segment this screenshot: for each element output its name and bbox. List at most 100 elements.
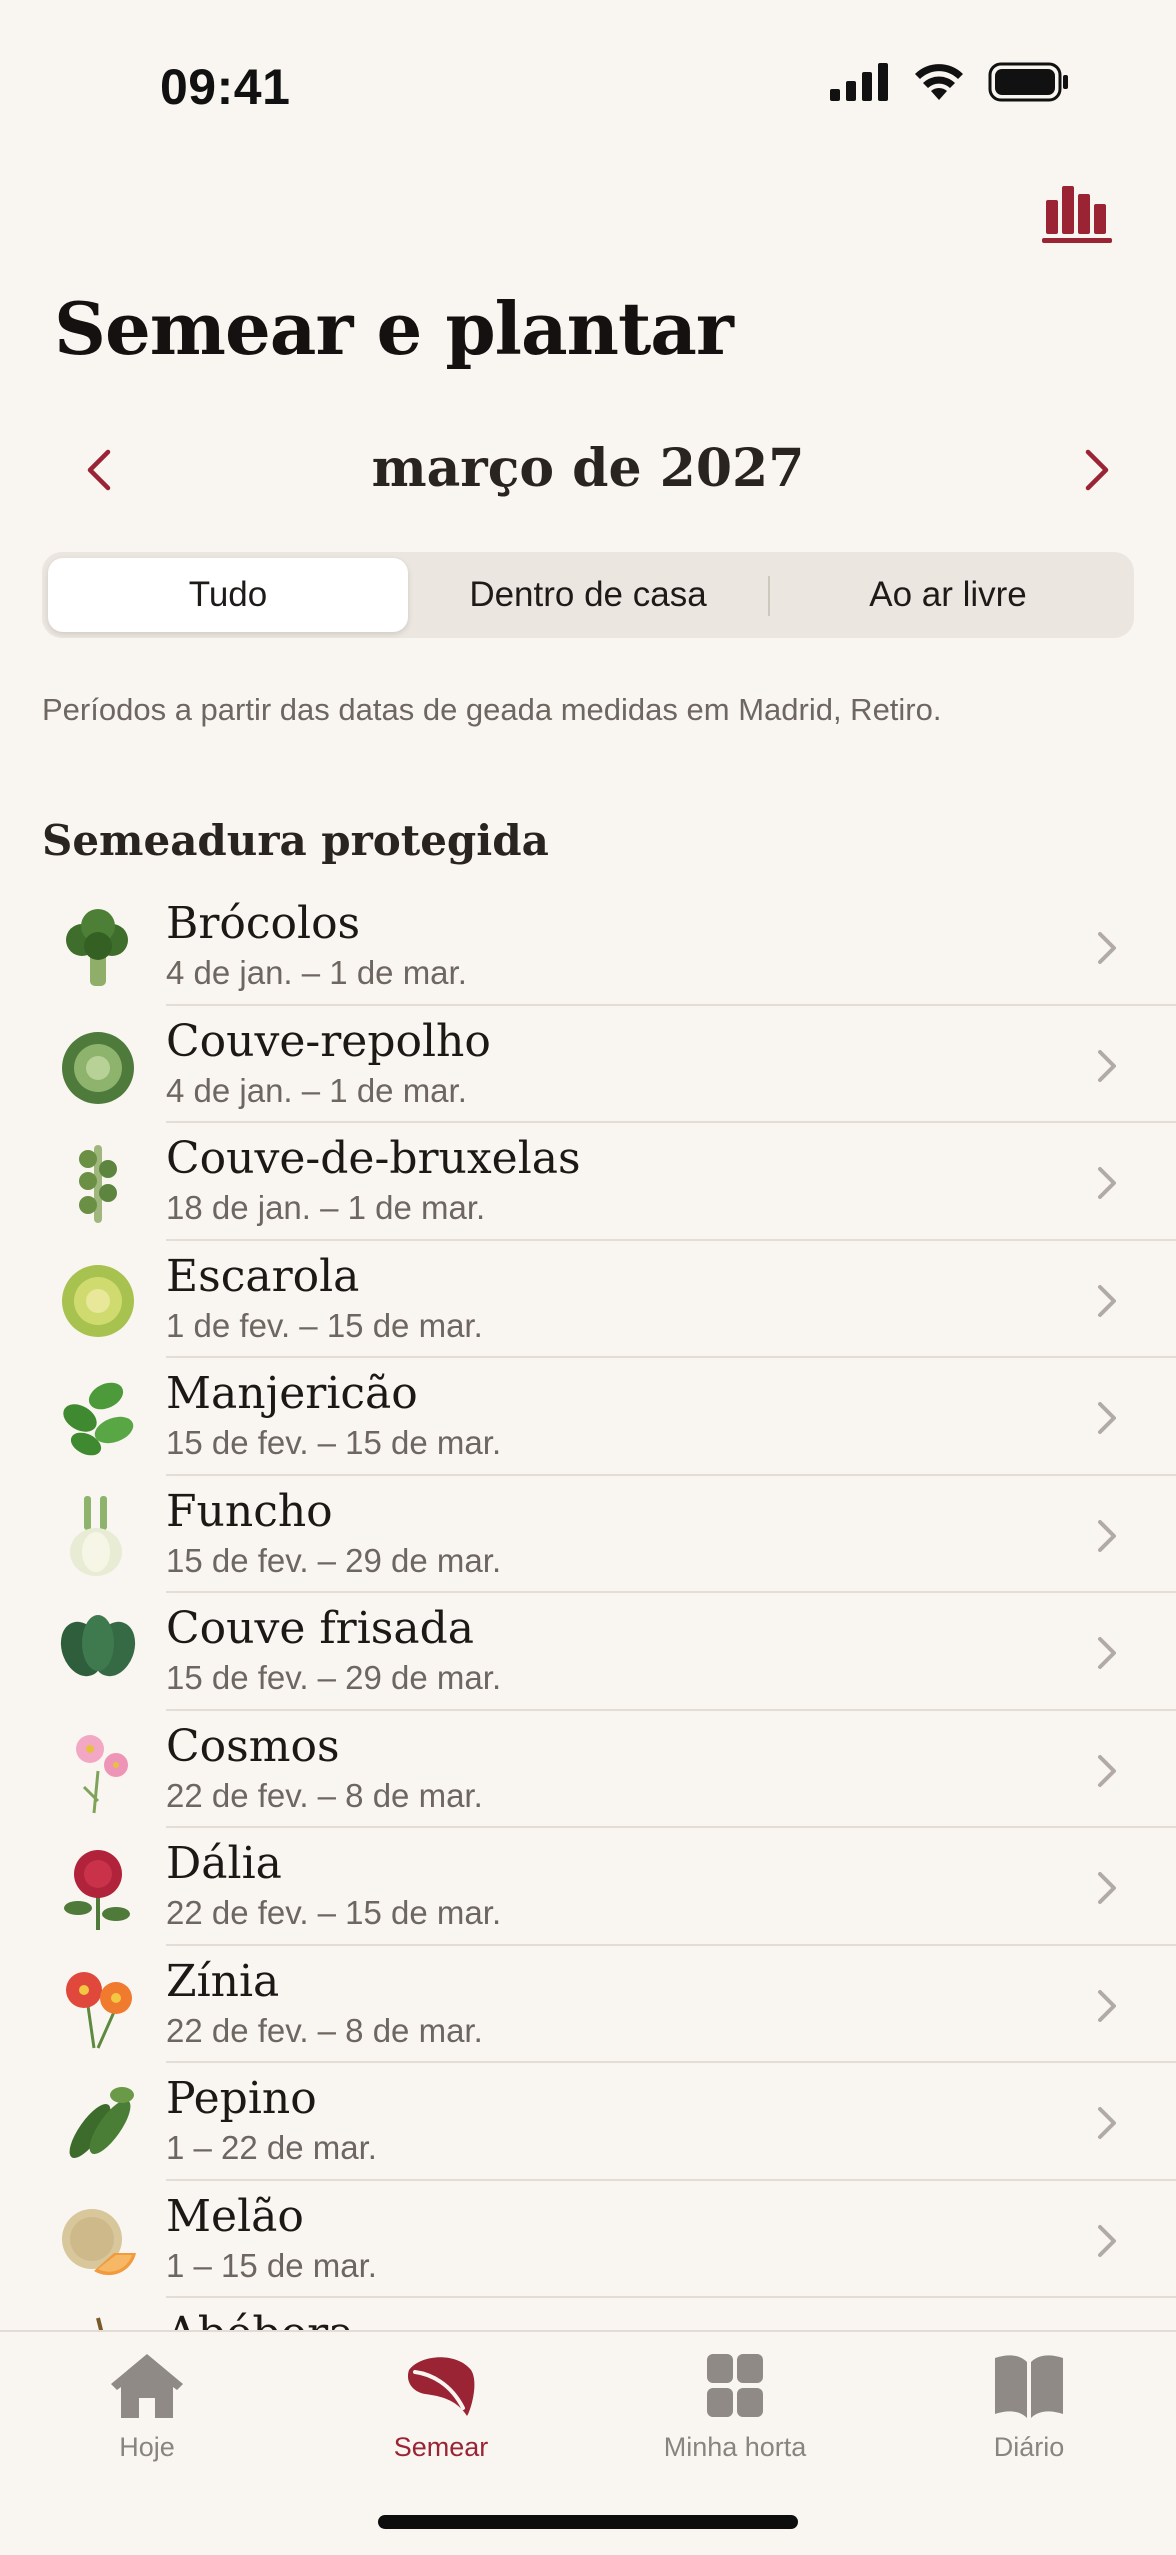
brussels-sprouts-icon [79,1145,117,1223]
plant-name: Abóbora [166,2308,354,2330]
chart-button[interactable] [1042,178,1114,244]
chevron-right-icon [1098,1754,1116,1787]
segment-label: Tudo [188,575,268,614]
page-title: Semear e plantar [54,286,734,371]
plant-row-dalia[interactable]: Dália 22 de fev. – 15 de mar. [0,1828,1176,1946]
wifi-icon [915,64,963,100]
home-indicator [378,2515,798,2529]
melon-icon [62,2208,136,2275]
segment-divider [768,576,770,616]
plant-name: Brócolos [166,898,361,949]
status-bar: 09:41 [0,0,1176,170]
plant-name: Melão [166,2190,304,2242]
chevron-right-icon [1098,1402,1116,1434]
plant-dates: 4 de jan. – 1 de mar. [166,954,467,991]
chevron-right-icon [1098,932,1116,964]
plant-row-escarola[interactable]: Escarola 1 de fev. – 15 de mar. [0,1241,1176,1358]
plant-row-couve-de-bruxelas[interactable]: Couve-de-bruxelas 18 de jan. – 1 de mar. [0,1123,1176,1241]
chart-bars-icon [1042,186,1112,243]
plant-list: Brócolos 4 de jan. – 1 de mar. Couve-rep… [0,888,1176,2330]
plant-row-couve-frisada[interactable]: Couve frisada 15 de fev. – 29 de mar. [0,1593,1176,1711]
plant-name: Funcho [166,1485,333,1537]
plant-dates: 22 de fev. – 15 de mar. [166,1894,502,1931]
cabbage-icon [62,1031,134,1104]
book-icon [995,2355,1063,2418]
segment-all[interactable]: Tudo [48,558,408,632]
frost-dates-note: Períodos a partir das datas de geada med… [42,692,942,727]
tab-hoje[interactable]: Hoje [0,2350,294,2480]
basil-icon [63,1382,134,1456]
tab-semear[interactable]: Semear [294,2350,588,2480]
plant-dates: 15 de fev. – 29 de mar. [166,1659,502,1696]
plant-dates: 22 de fev. – 8 de mar. [166,1776,483,1814]
plant-dates: 1 – 15 de mar. [166,2246,377,2284]
plant-name: Couve-repolho [166,1015,491,1067]
chevron-right-icon [1098,1519,1116,1552]
tab-label: Semear [393,2432,489,2462]
plant-row-funcho[interactable]: Funcho 15 de fev. – 29 de mar. [0,1476,1176,1593]
kale-icon [60,1615,136,1677]
grid-icon [707,2354,763,2417]
plant-row-cosmos[interactable]: Cosmos 22 de fev. – 8 de mar. [0,1711,1176,1828]
chevron-right-icon [1098,2224,1116,2257]
battery-icon [988,62,1068,102]
chevron-right-icon [1098,1167,1116,1199]
leaf-icon [407,2357,475,2416]
plant-dates: 1 de fev. – 15 de mar. [166,1306,483,1344]
chevron-right-icon [1098,1872,1116,1904]
plant-dates: 18 de jan. – 1 de mar. [166,1189,486,1226]
plant-row-pepino[interactable]: Pepino 1 – 22 de mar. [0,2063,1176,2181]
plant-dates: 15 de fev. – 29 de mar. [166,1541,502,1579]
plant-dates: 4 de jan. – 1 de mar. [166,1071,467,1109]
tab-label: Diário [993,2432,1065,2462]
tab-diario[interactable]: Diário [882,2350,1176,2480]
fennel-icon [70,1495,122,1576]
segment-label: Dentro de casa [469,575,707,614]
segment-label: Ao ar livre [869,575,1027,614]
pumpkin-icon [96,2317,104,2330]
month-navigator: março de 2027 [0,430,1176,510]
plant-name: Cosmos [166,1720,340,1772]
plant-name: Dália [166,1838,282,1889]
segment-outdoors[interactable]: Ao ar livre [768,558,1128,632]
plant-dates: 1 – 22 de mar. [166,2129,377,2166]
plant-row-brocolos[interactable]: Brócolos 4 de jan. – 1 de mar. [0,888,1176,1006]
broccoli-icon [66,909,128,986]
plant-name: Pepino [166,2073,317,2124]
tab-minha-horta[interactable]: Minha horta [588,2350,882,2480]
plant-name: Manjericão [166,1368,418,1419]
tab-label: Hoje [119,2432,175,2462]
section-title: Semeadura protegida [42,816,549,865]
status-icons [830,62,1070,102]
plant-row-manjericao[interactable]: Manjericão 15 de fev. – 15 de mar. [0,1358,1176,1476]
status-time: 09:41 [160,59,291,115]
dahlia-icon [64,1850,130,1930]
chevron-right-icon [1098,2107,1116,2139]
chevron-right-icon [1098,1049,1116,1082]
tab-label: Minha horta [663,2432,807,2462]
chevron-right-icon [1098,1284,1116,1317]
chevron-right-icon [1085,449,1109,491]
next-month-button[interactable] [1066,438,1130,502]
month-label: março de 2027 [371,438,805,499]
plant-name: Couve frisada [166,1603,474,1654]
plant-row-zinia[interactable]: Zínia 22 de fev. – 8 de mar. [0,1946,1176,2063]
plant-row-couve-repolho[interactable]: Couve-repolho 4 de jan. – 1 de mar. [0,1006,1176,1123]
segment-indoors[interactable]: Dentro de casa [408,558,768,632]
chevron-right-icon [1098,1989,1116,2022]
plant-name: Escarola [166,1250,360,1302]
plant-dates: 22 de fev. – 8 de mar. [166,2011,483,2049]
chevron-right-icon [1098,1637,1116,1669]
plant-row-melao[interactable]: Melão 1 – 15 de mar. [0,2181,1176,2298]
cosmos-flower-icon [76,1734,128,1813]
cucumber-icon [69,2087,134,2158]
plant-row-abobora[interactable]: Abóbora [0,2298,1176,2330]
plant-name: Zínia [166,1955,280,2007]
plant-name: Couve-de-bruxelas [166,1133,581,1184]
plant-dates: 15 de fev. – 15 de mar. [166,1424,502,1461]
cellular-signal-icon [830,63,888,101]
zinnia-icon [66,1971,132,2049]
location-filter-segmented-control: Tudo Dentro de casa Ao ar livre [42,552,1134,638]
escarole-icon [62,1264,134,1337]
house-icon [111,2354,183,2418]
